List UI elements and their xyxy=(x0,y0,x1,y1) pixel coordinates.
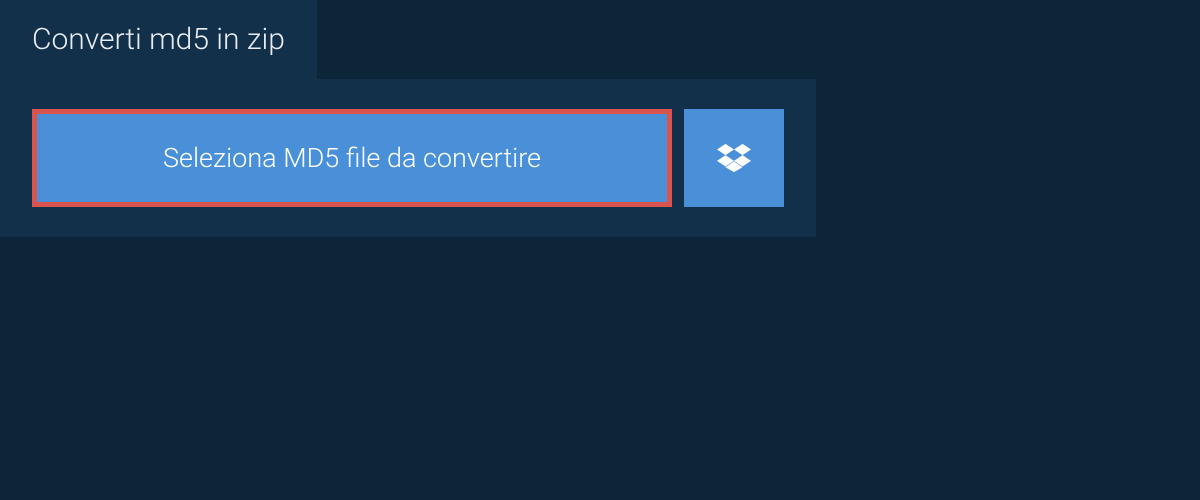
select-file-button[interactable]: Seleziona MD5 file da convertire xyxy=(32,109,672,207)
content-panel: Seleziona MD5 file da convertire xyxy=(0,79,816,237)
tab-convert[interactable]: Converti md5 in zip xyxy=(0,0,317,79)
button-row: Seleziona MD5 file da convertire xyxy=(32,109,784,207)
dropbox-icon xyxy=(717,141,751,175)
tab-bar: Converti md5 in zip xyxy=(0,0,1200,79)
select-file-label: Seleziona MD5 file da convertire xyxy=(163,142,541,174)
tab-label: Converti md5 in zip xyxy=(32,22,285,57)
dropbox-button[interactable] xyxy=(684,109,784,207)
